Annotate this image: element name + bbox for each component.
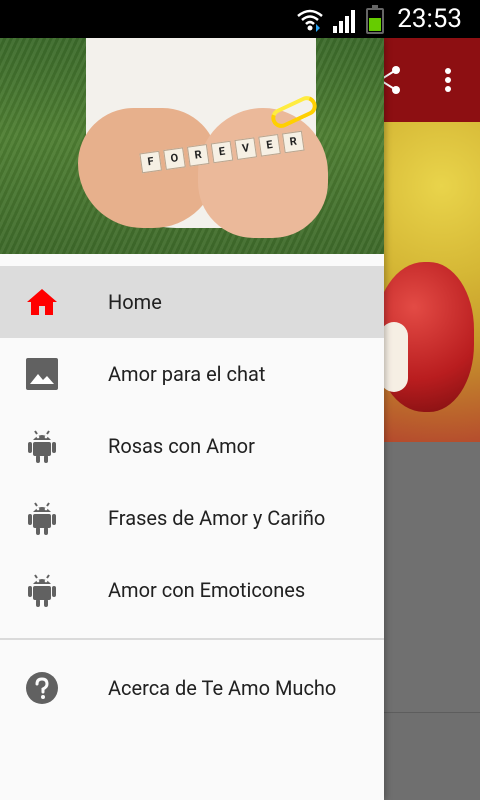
menu-item-acerca-de[interactable]: Acerca de Te Amo Mucho bbox=[0, 652, 384, 724]
menu-item-label: Home bbox=[108, 290, 162, 314]
android-icon bbox=[22, 498, 62, 538]
status-bar: 23:53 bbox=[0, 0, 480, 38]
help-icon bbox=[22, 668, 62, 708]
drawer-menu: Home Amor para el chat Rosas con Amor Fr… bbox=[0, 266, 384, 724]
letter-tile: O bbox=[163, 147, 186, 170]
letter-tile: R bbox=[282, 130, 305, 154]
menu-item-label: Acerca de Te Amo Mucho bbox=[108, 676, 337, 700]
signal-icon bbox=[333, 10, 355, 33]
letter-tile: F bbox=[139, 150, 162, 174]
menu-item-amor-con-emoticones[interactable]: Amor con Emoticones bbox=[0, 554, 384, 626]
letter-tile: E bbox=[210, 140, 234, 164]
menu-item-home[interactable]: Home bbox=[0, 266, 384, 338]
android-icon bbox=[22, 426, 62, 466]
status-time: 23:53 bbox=[397, 4, 462, 34]
background-content bbox=[384, 442, 480, 712]
more-vert-icon[interactable] bbox=[430, 62, 466, 98]
drawer-header-image: FOREVER bbox=[0, 38, 384, 254]
letter-tile: E bbox=[258, 134, 281, 157]
menu-item-label: Rosas con Amor bbox=[108, 434, 255, 458]
menu-item-amor-para-el-chat[interactable]: Amor para el chat bbox=[0, 338, 384, 410]
menu-item-frases-de-amor[interactable]: Frases de Amor y Cariño bbox=[0, 482, 384, 554]
menu-item-rosas-con-amor[interactable]: Rosas con Amor bbox=[0, 410, 384, 482]
image-icon bbox=[22, 354, 62, 394]
menu-item-label: Amor con Emoticones bbox=[108, 578, 306, 602]
navigation-drawer: FOREVER Home Amor para el chat Rosas con… bbox=[0, 38, 384, 800]
status-icons bbox=[296, 4, 384, 34]
battery-icon bbox=[366, 5, 384, 34]
background-image bbox=[384, 122, 480, 442]
menu-item-label: Frases de Amor y Cariño bbox=[108, 506, 326, 530]
android-icon bbox=[22, 570, 62, 610]
letter-tile: V bbox=[234, 137, 258, 160]
home-icon bbox=[22, 282, 62, 322]
wifi-icon bbox=[297, 9, 323, 32]
menu-item-label: Amor para el chat bbox=[108, 362, 266, 386]
background-divider bbox=[384, 712, 480, 713]
letter-tile: R bbox=[186, 144, 210, 167]
apple-image bbox=[384, 262, 474, 412]
